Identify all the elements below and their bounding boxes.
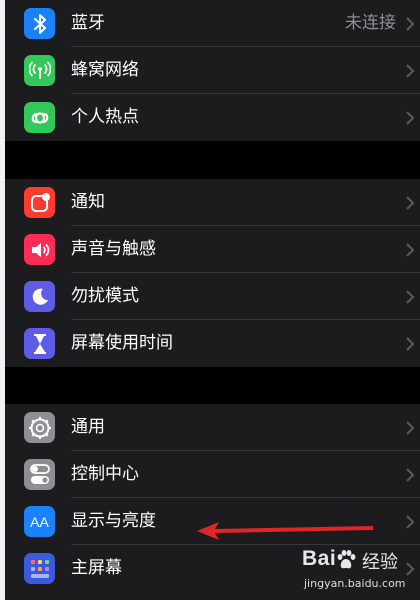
personal-hotspot-icon xyxy=(24,102,55,133)
display-brightness-label: 显示与亮度 xyxy=(71,511,156,531)
settings-row-cellular[interactable]: 蜂窝网络 xyxy=(5,47,420,94)
settings-group-notifications: 通知 声音与触感 勿扰模式 屏幕使用时间 xyxy=(5,179,420,367)
notifications-label: 通知 xyxy=(71,192,105,212)
settings-row-do-not-disturb[interactable]: 勿扰模式 xyxy=(5,273,420,320)
watermark-brand-text: Bai xyxy=(302,547,337,570)
chevron-right-icon xyxy=(406,196,415,210)
chevron-right-icon xyxy=(406,468,415,482)
aa-glyph: AA xyxy=(30,513,49,530)
cellular-label: 蜂窝网络 xyxy=(71,60,139,80)
cellular-antenna-icon xyxy=(24,55,55,86)
moon-icon xyxy=(24,281,55,312)
settings-row-screen-time[interactable]: 屏幕使用时间 xyxy=(5,320,420,367)
baidu-paw-logo-icon xyxy=(337,550,356,569)
control-center-label: 控制中心 xyxy=(71,464,139,484)
bluetooth-label: 蓝牙 xyxy=(71,13,105,33)
hotspot-label: 个人热点 xyxy=(71,107,139,127)
general-label: 通用 xyxy=(71,417,105,437)
home-screen-grid-icon xyxy=(24,553,55,584)
chevron-right-icon xyxy=(406,337,415,351)
chevron-right-icon xyxy=(406,64,415,78)
chevron-right-icon xyxy=(406,111,415,125)
bluetooth-status-value: 未连接 xyxy=(345,13,396,33)
home-screen-label: 主屏幕 xyxy=(71,558,122,578)
settings-group-connectivity: 蓝牙 未连接 蜂窝网络 个人热点 xyxy=(5,0,420,141)
toggle-switches-icon xyxy=(24,459,55,490)
hourglass-icon xyxy=(24,328,55,359)
settings-row-hotspot[interactable]: 个人热点 xyxy=(5,94,420,141)
text-size-aa-icon: AA xyxy=(24,506,55,537)
do-not-disturb-label: 勿扰模式 xyxy=(71,286,139,306)
settings-row-general[interactable]: 通用 xyxy=(5,404,420,451)
settings-row-notifications[interactable]: 通知 xyxy=(5,179,420,226)
bluetooth-icon xyxy=(24,8,55,39)
chevron-right-icon xyxy=(406,290,415,304)
speaker-icon xyxy=(24,234,55,265)
gear-icon xyxy=(24,412,55,443)
annotation-arrow-icon xyxy=(197,522,373,540)
chevron-right-icon xyxy=(406,243,415,257)
watermark-jingyan-text: 经验 xyxy=(362,552,398,573)
chevron-right-icon xyxy=(406,17,415,31)
notifications-icon xyxy=(24,187,55,218)
sounds-label: 声音与触感 xyxy=(71,239,156,259)
chevron-right-icon xyxy=(406,421,415,435)
settings-screen: 蓝牙 未连接 蜂窝网络 个人热点 通知 声音与触感 勿扰模式 屏幕使用时间 通用… xyxy=(5,0,420,600)
settings-row-bluetooth[interactable]: 蓝牙 未连接 xyxy=(5,0,420,47)
screen-time-label: 屏幕使用时间 xyxy=(71,333,173,353)
settings-row-control-center[interactable]: 控制中心 xyxy=(5,451,420,498)
watermark-url: jingyan.baidu.com xyxy=(304,577,406,590)
settings-row-sounds[interactable]: 声音与触感 xyxy=(5,226,420,273)
chevron-right-icon xyxy=(406,515,415,529)
baidu-jingyan-watermark: Bai 经验 jingyan.baidu.com xyxy=(300,545,418,595)
